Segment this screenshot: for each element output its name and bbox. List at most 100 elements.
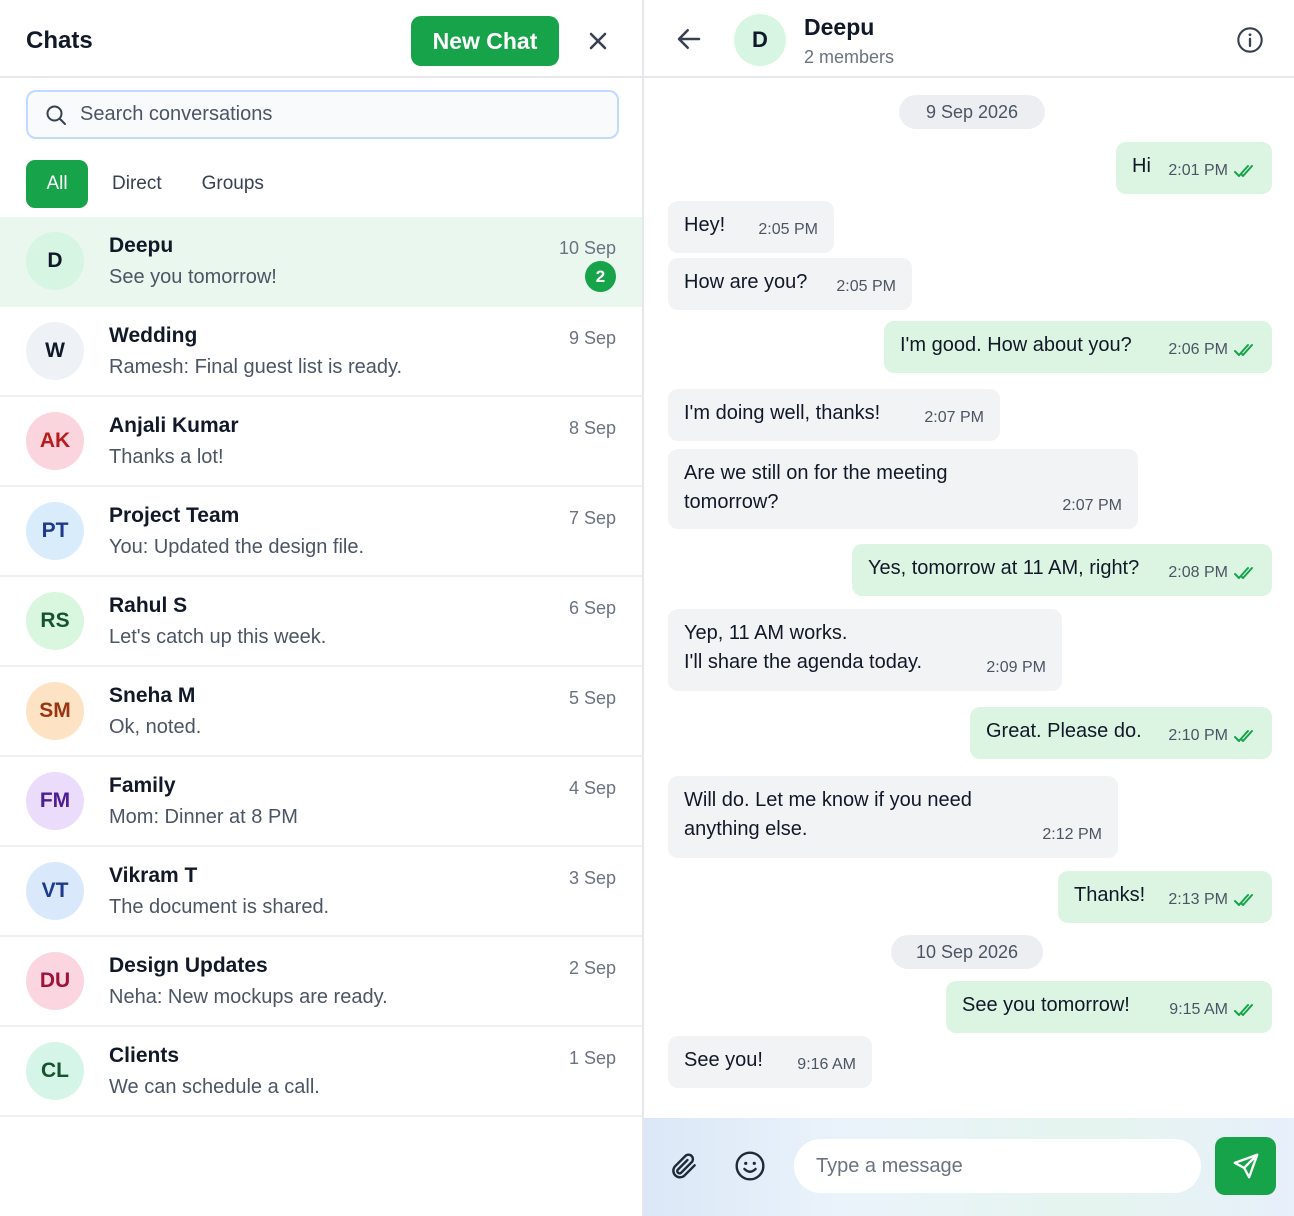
avatar: CL <box>26 1042 84 1100</box>
avatar: VT <box>26 862 84 920</box>
chat-date: 7 Sep <box>568 508 616 528</box>
chat-name: Anjali Kumar <box>109 414 239 437</box>
double-check-icon <box>1234 164 1253 177</box>
chats-title: Chats <box>26 27 93 54</box>
message-meta: 2:13 PM <box>1168 885 1256 914</box>
send-icon <box>1233 1153 1258 1179</box>
message-time: 2:09 PM <box>986 659 1046 676</box>
filter-tab-groups[interactable]: Groups <box>182 160 284 208</box>
outgoing-message[interactable]: Yes, tomorrow at 11 AM, right? 2:08 PM <box>852 544 1272 596</box>
unread-badge: 2 <box>585 261 616 292</box>
double-check-icon <box>1234 893 1253 906</box>
chat-date: 6 Sep <box>568 598 616 618</box>
date-separator: 10 Sep 2026 <box>891 935 1043 969</box>
avatar: DU <box>26 952 84 1010</box>
chat-name: Project Team <box>109 504 240 527</box>
message-time: 2:01 PM <box>1168 162 1228 179</box>
message-input[interactable] <box>794 1139 1201 1193</box>
chat-name: Sneha M <box>109 684 196 707</box>
incoming-message[interactable]: I'm doing well, thanks! 2:07 PM <box>668 389 1000 441</box>
message-meta: 2:08 PM <box>1168 558 1256 587</box>
paperclip-icon[interactable] <box>668 1150 700 1182</box>
back-arrow-icon[interactable] <box>674 24 704 54</box>
filter-tab-all[interactable]: All <box>26 160 88 208</box>
chat-list-item[interactable]: SM Sneha M Ok, noted. 5 Sep <box>0 667 642 757</box>
chat-date: 2 Sep <box>568 958 616 978</box>
outgoing-message[interactable]: See you tomorrow! 9:15 AM <box>946 981 1272 1033</box>
outgoing-message[interactable]: Great. Please do. 2:10 PM <box>970 707 1272 759</box>
conversation-list: D Deepu See you tomorrow! 10 Sep 2 W Wedding Ra… <box>0 217 642 1117</box>
message-time: 2:07 PM <box>924 409 984 426</box>
message-time: 2:08 PM <box>1168 564 1228 581</box>
chat-preview: You: Updated the design file. <box>109 536 365 558</box>
message-time: 2:05 PM <box>758 221 818 238</box>
double-check-icon <box>1234 566 1253 579</box>
filter-tab-direct[interactable]: Direct <box>92 160 182 208</box>
send-button[interactable] <box>1215 1137 1276 1195</box>
avatar: SM <box>26 682 84 740</box>
message-meta: 2:05 PM <box>758 215 818 244</box>
chat-list-item[interactable]: W Wedding Ramesh: Final guest list is read… <box>0 307 642 397</box>
chat-preview: Ramesh: Final guest list is ready. <box>109 356 403 378</box>
chat-name: Vikram T <box>109 864 198 887</box>
chat-preview: See you tomorrow! <box>109 266 277 288</box>
message-time: 2:06 PM <box>1168 341 1228 358</box>
message-time: 2:05 PM <box>836 278 896 295</box>
double-check-icon <box>1234 729 1253 742</box>
chat-date: 10 Sep <box>558 238 616 258</box>
close-icon[interactable] <box>584 27 612 55</box>
message-thread[interactable]: 9 Sep 2026 Hi 2:01 PM Hey! 2:05 PM How are yo… <box>644 80 1294 1118</box>
chat-list-pane: Chats New Chat AllDirectGroups D Deepu See… <box>0 0 644 1216</box>
incoming-message[interactable]: Hey! 2:05 PM <box>668 201 834 253</box>
chat-list-header: Chats New Chat <box>0 0 642 78</box>
chat-date: 4 Sep <box>568 778 616 798</box>
search-input[interactable] <box>80 103 560 126</box>
search-field[interactable] <box>26 90 619 139</box>
new-chat-button[interactable]: New Chat <box>411 16 559 66</box>
double-check-icon <box>1234 343 1253 356</box>
avatar: PT <box>26 502 84 560</box>
chat-list-item[interactable]: VT Vikram T The document is shared. 3 Sep <box>0 847 642 937</box>
chat-date: 1 Sep <box>568 1048 616 1068</box>
conversation-header: D Deepu 2 members <box>644 0 1294 78</box>
outgoing-message[interactable]: Hi 2:01 PM <box>1116 142 1272 194</box>
chat-list-item[interactable]: PT Project Team You: Updated the design fi… <box>0 487 642 577</box>
info-icon[interactable] <box>1236 26 1264 54</box>
message-meta: 2:07 PM <box>1062 491 1122 520</box>
incoming-message[interactable]: Are we still on for the meeting tomorrow… <box>668 449 1138 529</box>
message-text: Are we still on for the meeting tomorrow… <box>684 462 948 513</box>
message-time: 9:16 AM <box>797 1056 856 1073</box>
conversation-member-count: 2 members <box>804 47 895 67</box>
message-meta: 2:10 PM <box>1168 721 1256 750</box>
chat-app: Chats New Chat AllDirectGroups D Deepu See… <box>0 0 1294 1216</box>
conversation-pane: D Deepu 2 members 9 Sep 2026 Hi 2:01 PM Hey… <box>644 0 1294 1216</box>
smiley-icon[interactable] <box>734 1150 766 1182</box>
double-check-icon <box>1234 1003 1253 1016</box>
chat-date: 9 Sep <box>568 328 616 348</box>
chat-preview: Let's catch up this week. <box>109 626 327 648</box>
conversation-avatar: D <box>734 14 786 66</box>
chat-list-item[interactable]: RS Rahul S Let's catch up this week. 6 Sep <box>0 577 642 667</box>
chat-list-item[interactable]: AK Anjali Kumar Thanks a lot! 8 Sep <box>0 397 642 487</box>
incoming-message[interactable]: How are you? 2:05 PM <box>668 258 912 310</box>
message-time: 2:12 PM <box>1042 826 1102 843</box>
chat-list-item[interactable]: DU Design Updates Neha: New mockups are re… <box>0 937 642 1027</box>
incoming-message[interactable]: Yep, 11 AM works. I'll share the agenda … <box>668 609 1062 691</box>
message-meta: 2:09 PM <box>986 653 1046 682</box>
outgoing-message[interactable]: I'm good. How about you? 2:06 PM <box>884 321 1272 373</box>
chat-list-item[interactable]: D Deepu See you tomorrow! 10 Sep 2 <box>0 217 642 307</box>
chat-list-item[interactable]: CL Clients We can schedule a call. 1 Sep <box>0 1027 642 1117</box>
incoming-message[interactable]: See you! 9:16 AM <box>668 1036 872 1088</box>
chat-preview: We can schedule a call. <box>109 1076 320 1098</box>
incoming-message[interactable]: Will do. Let me know if you need anythin… <box>668 776 1118 858</box>
chat-preview: The document is shared. <box>109 896 330 918</box>
outgoing-message[interactable]: Thanks! 2:13 PM <box>1058 871 1272 923</box>
avatar: W <box>26 322 84 380</box>
message-text: Will do. Let me know if you need anythin… <box>684 789 972 840</box>
date-separator: 9 Sep 2026 <box>899 95 1045 129</box>
message-meta: 2:05 PM <box>836 272 896 301</box>
chat-list-item[interactable]: FM Family Mom: Dinner at 8 PM 4 Sep <box>0 757 642 847</box>
chat-date: 5 Sep <box>568 688 616 708</box>
message-meta: 2:07 PM <box>924 403 984 432</box>
chat-preview: Thanks a lot! <box>109 446 224 468</box>
